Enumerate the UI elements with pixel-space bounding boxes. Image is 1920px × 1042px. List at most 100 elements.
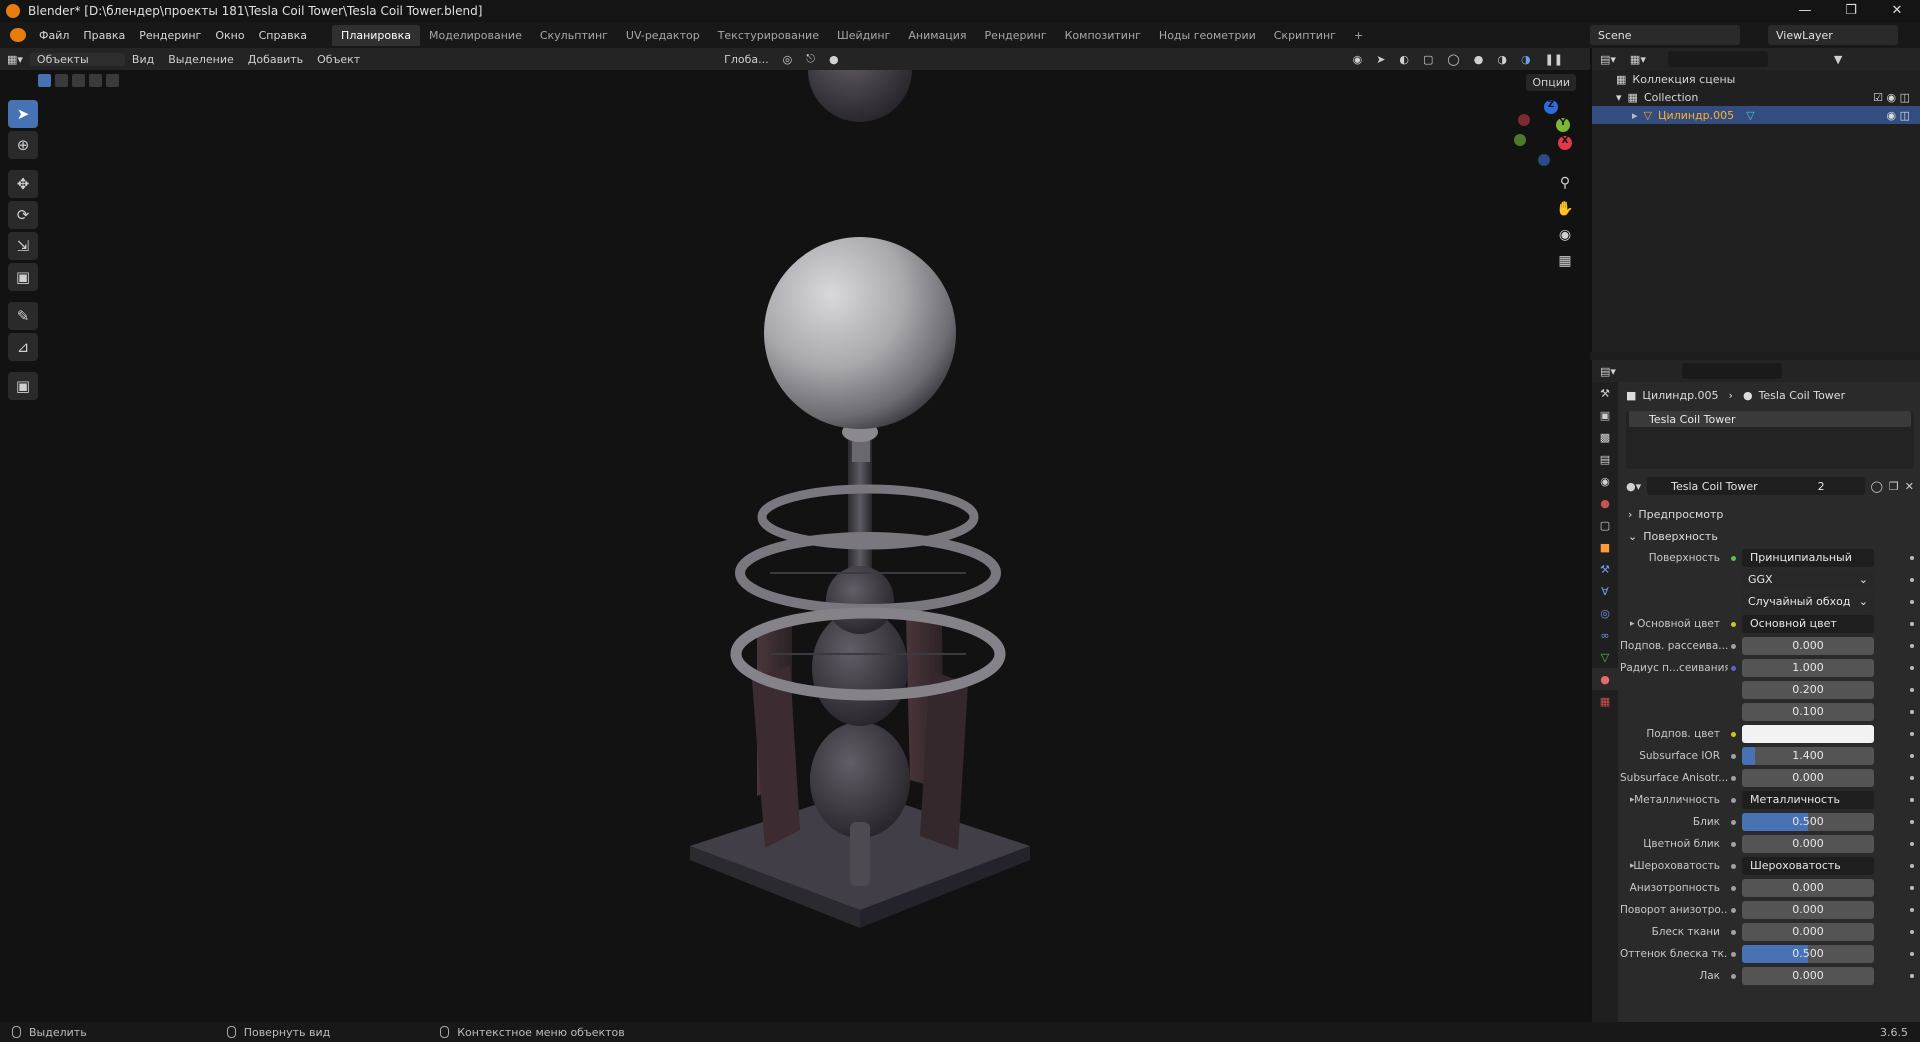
dropdown-field[interactable]: GGX ⌄: [1742, 571, 1874, 589]
proportional-edit-icon[interactable]: ●: [822, 53, 846, 66]
snap-icon[interactable]: ⎋: [799, 52, 822, 66]
socket-icon[interactable]: [1728, 685, 1738, 695]
ortho-grid-icon[interactable]: ▦: [1554, 250, 1576, 272]
socket-icon[interactable]: [1728, 905, 1738, 915]
keyframe-dot-icon[interactable]: [1910, 908, 1914, 912]
keyframe-dot-icon[interactable]: [1910, 776, 1914, 780]
outliner-search-input[interactable]: [1667, 51, 1768, 67]
keyframe-dot-icon[interactable]: [1910, 600, 1914, 604]
outliner-editor-icon[interactable]: ▤▾: [1600, 53, 1616, 66]
axis-neg-z-icon[interactable]: [1538, 154, 1550, 166]
socket-icon[interactable]: [1728, 773, 1738, 783]
socket-icon[interactable]: [1728, 971, 1738, 981]
socket-icon[interactable]: [1728, 729, 1738, 739]
collection-visibility-icons[interactable]: ☑ ◉ ◫: [1873, 91, 1910, 104]
tab-layout[interactable]: Планировка: [332, 24, 421, 46]
axis-y-icon[interactable]: Y: [1556, 118, 1570, 132]
physics-tab-icon[interactable]: ◎: [1592, 602, 1618, 624]
socket-icon[interactable]: [1728, 553, 1738, 563]
tab-compositing[interactable]: Композитинг: [1056, 25, 1150, 46]
tool-tab-icon[interactable]: ⚒: [1592, 382, 1618, 404]
surface-panel-header[interactable]: ⌄ Поверхность: [1620, 525, 1920, 547]
properties-search-input[interactable]: [1681, 363, 1782, 379]
pause-render-icon[interactable]: ❚❚: [1538, 53, 1570, 66]
shading-material-icon[interactable]: ◑: [1490, 53, 1514, 66]
menu-object[interactable]: Объект: [310, 53, 367, 66]
number-field[interactable]: 0.500: [1742, 945, 1874, 963]
shading-wireframe-icon[interactable]: ◯: [1440, 53, 1466, 66]
number-field[interactable]: 0.000: [1742, 923, 1874, 941]
keyframe-dot-icon[interactable]: [1910, 820, 1914, 824]
gizmo-toggle-icon[interactable]: ➤: [1369, 53, 1392, 66]
material-name-field[interactable]: Tesla Coil Tower 2: [1647, 477, 1865, 495]
keyframe-dot-icon[interactable]: [1910, 688, 1914, 692]
close-icon[interactable]: ✕: [1874, 0, 1920, 22]
socket-icon[interactable]: [1728, 927, 1738, 937]
browse-material-icon[interactable]: ●▾: [1626, 480, 1641, 493]
properties-editor-icon[interactable]: ▤▾: [1600, 365, 1616, 378]
axis-z-icon[interactable]: Z: [1544, 100, 1558, 114]
world-tab-icon[interactable]: ●: [1592, 492, 1618, 514]
menu-add[interactable]: Добавить: [241, 53, 310, 66]
data-tab-icon[interactable]: ▽: [1592, 646, 1618, 668]
menu-help[interactable]: Справка: [252, 29, 314, 42]
socket-icon[interactable]: [1728, 597, 1738, 607]
3d-viewport[interactable]: Опции ➤ ⊕ ✥ ⟳ ⇲ ▣ ✎ ⊿ ▣ Z Y X ⚲ ✋ ◉ ▦: [0, 70, 1590, 1022]
number-field[interactable]: 0.000: [1742, 967, 1874, 985]
number-field[interactable]: 0.000: [1742, 769, 1874, 787]
scene-tab-icon[interactable]: ◉: [1592, 470, 1618, 492]
keyframe-dot-icon[interactable]: [1910, 732, 1914, 736]
unlink-material-icon[interactable]: ✕: [1905, 480, 1914, 493]
axis-neg-y-icon[interactable]: [1514, 134, 1526, 146]
texture-tab-icon[interactable]: ▦: [1592, 690, 1618, 712]
visibility-icon[interactable]: ◉: [1346, 53, 1370, 66]
keyframe-dot-icon[interactable]: [1910, 578, 1914, 582]
socket-icon[interactable]: [1728, 949, 1738, 959]
editor-type-icon[interactable]: ▦▾: [0, 53, 30, 66]
keyframe-dot-icon[interactable]: [1910, 886, 1914, 890]
number-field[interactable]: 0.000: [1742, 637, 1874, 655]
socket-icon[interactable]: [1728, 883, 1738, 893]
material-slot-item[interactable]: Tesla Coil Tower: [1629, 411, 1911, 427]
linked-node-field[interactable]: Шероховатость: [1742, 857, 1874, 875]
keyframe-dot-icon[interactable]: [1910, 666, 1914, 670]
overlay-toggle-icon[interactable]: ◐: [1392, 53, 1416, 66]
zoom-icon[interactable]: ⚲: [1554, 172, 1576, 194]
keyframe-dot-icon[interactable]: [1910, 974, 1914, 978]
view-layer-selector[interactable]: ViewLayer: [1768, 25, 1898, 45]
mode-dropdown[interactable]: Объекты: [29, 52, 125, 66]
tab-scripting[interactable]: Скриптинг: [1265, 25, 1345, 46]
transform-orientation-dropdown[interactable]: Глоба...: [717, 53, 775, 66]
linked-node-field[interactable]: Основной цвет: [1742, 615, 1874, 633]
scene-selector[interactable]: Scene: [1590, 25, 1740, 45]
tab-animation[interactable]: Анимация: [899, 25, 975, 46]
output-tab-icon[interactable]: ▩: [1592, 426, 1618, 448]
pan-hand-icon[interactable]: ✋: [1554, 198, 1576, 220]
tab-shading[interactable]: Шейдинг: [828, 25, 899, 46]
menu-view[interactable]: Вид: [125, 53, 161, 66]
material-users-count[interactable]: 2: [1818, 480, 1825, 493]
tab-texture-paint[interactable]: Текстурирование: [709, 25, 828, 46]
filter-icon[interactable]: ▼: [1834, 53, 1842, 66]
keyframe-dot-icon[interactable]: [1910, 864, 1914, 868]
menu-select[interactable]: Выделение: [161, 53, 241, 66]
number-field[interactable]: 0.200: [1742, 681, 1874, 699]
menu-render[interactable]: Рендеринг: [132, 29, 208, 42]
collection-tab-icon[interactable]: ▢: [1592, 514, 1618, 536]
number-field[interactable]: 0.000: [1742, 901, 1874, 919]
menu-file[interactable]: Файл: [32, 29, 76, 42]
keyframe-dot-icon[interactable]: [1910, 710, 1914, 714]
socket-icon[interactable]: [1728, 575, 1738, 585]
particles-tab-icon[interactable]: ∀: [1592, 580, 1618, 602]
number-field[interactable]: 1.000: [1742, 659, 1874, 677]
shading-rendered-icon[interactable]: ◑: [1514, 53, 1538, 66]
fake-user-icon[interactable]: ◯: [1871, 480, 1883, 493]
dropdown-field[interactable]: Случайный обход ⌄: [1742, 593, 1874, 611]
number-field[interactable]: 0.100: [1742, 703, 1874, 721]
tab-geometry-nodes[interactable]: Ноды геометрии: [1150, 25, 1265, 46]
minimize-icon[interactable]: —: [1782, 0, 1828, 22]
pivot-icon[interactable]: ◎: [776, 53, 800, 66]
view-layer-tab-icon[interactable]: ▤: [1592, 448, 1618, 470]
modifier-tab-icon[interactable]: ⚒: [1592, 558, 1618, 580]
keyframe-dot-icon[interactable]: [1910, 622, 1914, 626]
